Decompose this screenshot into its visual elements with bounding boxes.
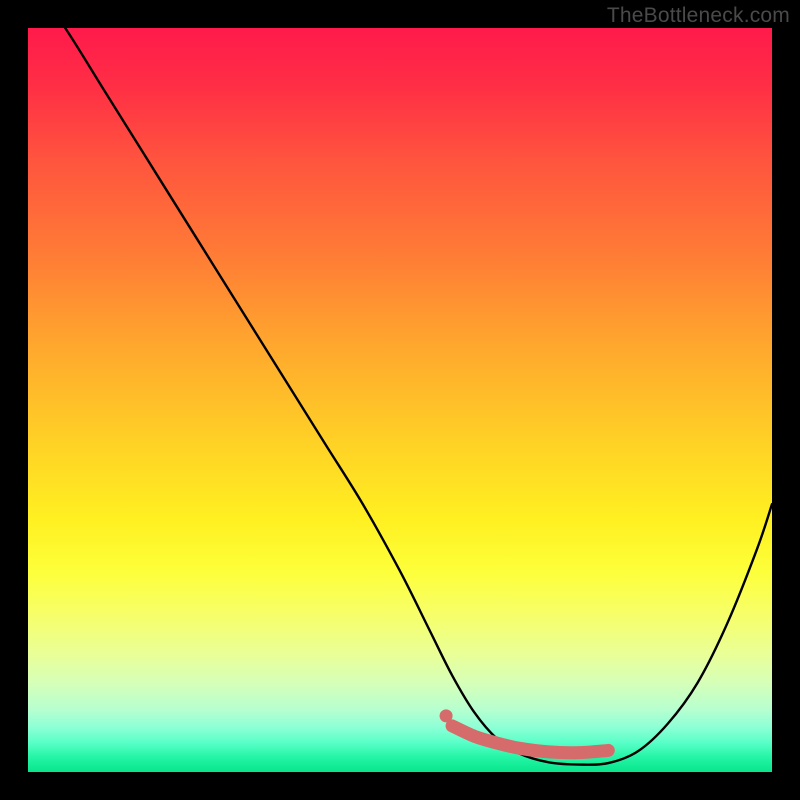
watermark-text: TheBottleneck.com	[607, 4, 790, 28]
optimal-range-start-dot	[440, 709, 453, 722]
optimal-range-marker	[452, 726, 608, 753]
plot-area	[28, 28, 772, 772]
chart-frame: TheBottleneck.com	[0, 0, 800, 800]
bottleneck-curve	[28, 28, 772, 765]
curve-layer	[28, 28, 772, 772]
